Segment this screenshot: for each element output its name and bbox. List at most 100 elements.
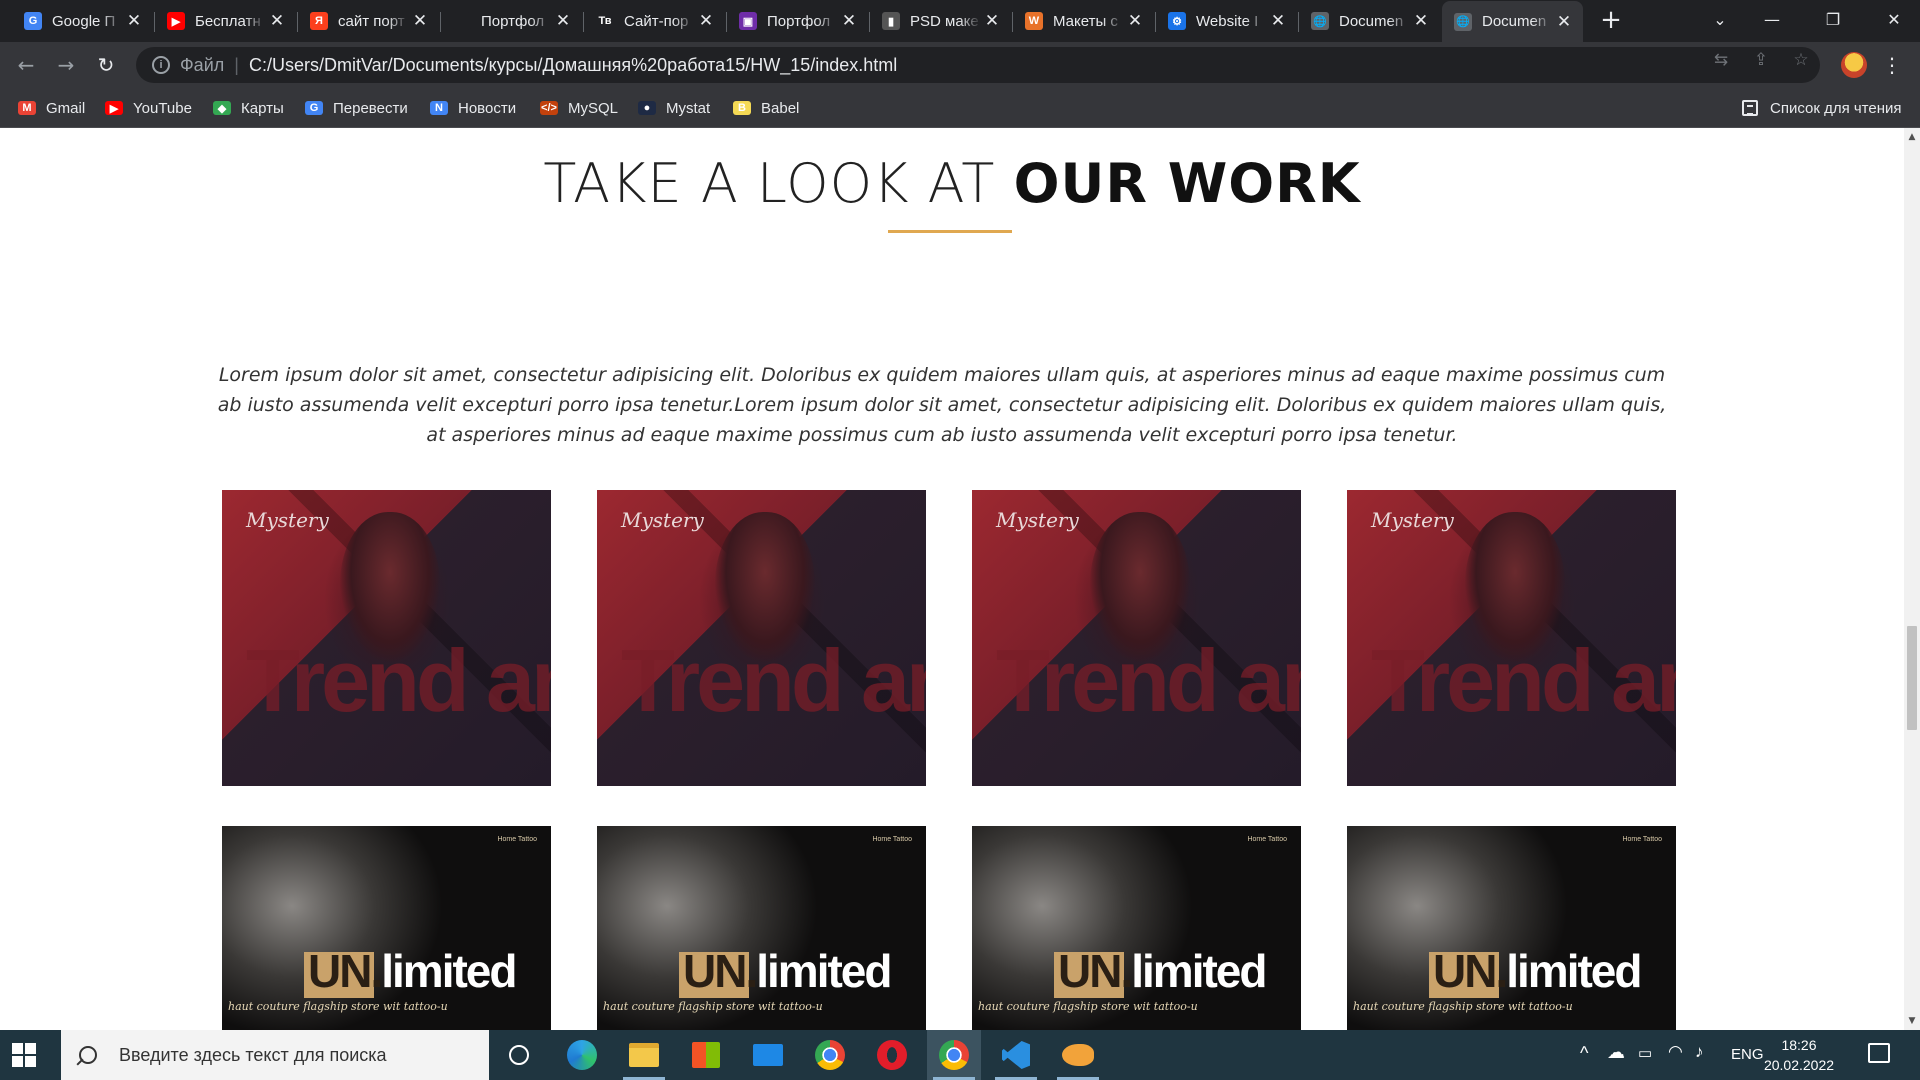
taskbar-app-fish[interactable] <box>1051 1030 1105 1080</box>
bookmark-label: Карты <box>241 99 284 117</box>
bookmark-mystat[interactable]: ● Mystat <box>638 97 710 119</box>
bookmark-babel[interactable]: B Babel <box>733 97 799 119</box>
tab-11[interactable]: 🌐 Documen ✕ <box>1442 1 1583 42</box>
card-brand: Mystery <box>1371 508 1454 532</box>
tab-title: Documen <box>1482 13 1547 30</box>
edge-icon <box>567 1040 597 1070</box>
tab-close-icon[interactable]: ✕ <box>695 11 717 31</box>
tab-9[interactable]: ⚙ Website I ✕ <box>1156 4 1297 38</box>
scrollbar-thumb[interactable] <box>1907 626 1917 730</box>
tab-close-icon[interactable]: ✕ <box>409 11 431 31</box>
mail-icon <box>753 1044 783 1066</box>
bookmark-star-icon[interactable]: ☆ <box>1791 50 1811 70</box>
taskbar-chrome-active[interactable] <box>927 1030 981 1080</box>
portfolio-item-mystery[interactable]: Trend an Mystery <box>1347 490 1676 786</box>
restore-icon[interactable]: ❐ <box>1813 6 1853 34</box>
taskbar-edge[interactable] <box>555 1030 609 1080</box>
forward-icon[interactable]: → <box>52 51 80 79</box>
tab-4[interactable]: Портфол ✕ <box>441 4 582 38</box>
tab-close-icon[interactable]: ✕ <box>981 11 1003 31</box>
tab-title: Documen <box>1339 12 1404 30</box>
task-view-button[interactable] <box>492 1030 546 1080</box>
clock-time: 18:26 <box>1781 1037 1817 1053</box>
language-indicator[interactable]: ENG <box>1731 1046 1764 1063</box>
windows-taskbar: Введите здесь текст для поиска ^ ☁ ▭ ◠ ♪… <box>0 1030 1920 1080</box>
store-icon <box>692 1042 720 1068</box>
profile-avatar[interactable] <box>1841 52 1867 78</box>
translate-icon[interactable]: ⇆ <box>1711 50 1731 70</box>
logo-limited: limited <box>381 945 517 997</box>
taskbar-store[interactable] <box>679 1030 733 1080</box>
taskbar-chrome[interactable] <box>803 1030 857 1080</box>
portfolio-item-mystery[interactable]: Trend an Mystery <box>972 490 1301 786</box>
back-icon[interactable]: ← <box>12 51 40 79</box>
tab-close-icon[interactable]: ✕ <box>1267 11 1289 31</box>
bookmark-gmail[interactable]: M Gmail <box>18 97 85 119</box>
card-headline: Trend an <box>996 631 1301 730</box>
notifications-icon[interactable] <box>1868 1043 1890 1063</box>
taskbar-search[interactable]: Введите здесь текст для поиска <box>61 1030 489 1080</box>
tab-close-icon[interactable]: ✕ <box>123 11 145 31</box>
tab-close-icon[interactable]: ✕ <box>552 11 574 31</box>
wifi-icon[interactable]: ◠ <box>1668 1042 1683 1062</box>
card-headline: Trend an <box>621 631 926 730</box>
reading-list-button[interactable]: Список для чтения <box>1742 97 1902 119</box>
portfolio-item-unlimited[interactable]: Home Tattoo UN.limited haut couture flagsh… <box>1347 826 1676 1030</box>
reading-list-label: Список для чтения <box>1770 99 1902 117</box>
tab-7[interactable]: ▮ PSD маке ✕ <box>870 4 1011 38</box>
tray-chevron-icon[interactable]: ^ <box>1580 1043 1588 1064</box>
tab-close-icon[interactable]: ✕ <box>1124 11 1146 31</box>
battery-icon[interactable]: ▭ <box>1638 1044 1652 1062</box>
taskbar-opera[interactable] <box>865 1030 919 1080</box>
scroll-up-icon[interactable]: ▲ <box>1904 130 1920 144</box>
onedrive-icon[interactable]: ☁ <box>1607 1042 1625 1063</box>
tab-close-icon[interactable]: ✕ <box>1410 11 1432 31</box>
portfolio-item-unlimited[interactable]: Home Tattoo UN.limited haut couture flagsh… <box>222 826 551 1030</box>
new-tab-icon[interactable]: + <box>1598 7 1624 34</box>
chrome-icon <box>939 1040 969 1070</box>
portfolio-item-mystery[interactable]: Trend an Mystery <box>222 490 551 786</box>
taskbar-explorer[interactable] <box>617 1030 671 1080</box>
windows-start-icon[interactable] <box>12 1043 36 1067</box>
address-bar[interactable]: i Файл | C:/Users/DmitVar/Documents/курс… <box>136 47 1820 83</box>
portfolio-item-unlimited[interactable]: Home Tattoo UN.limited haut couture flagsh… <box>597 826 926 1030</box>
more-menu-icon[interactable]: ⋮ <box>1882 51 1902 79</box>
share-icon[interactable]: ⇪ <box>1751 50 1771 70</box>
bookmark-новости[interactable]: N Новости <box>430 97 516 119</box>
taskbar-mail[interactable] <box>741 1030 795 1080</box>
bookmark-youtube[interactable]: ▶ YouTube <box>105 97 192 119</box>
taskbar-vscode[interactable] <box>989 1030 1043 1080</box>
tab-search-icon[interactable]: ⌄ <box>1700 6 1740 34</box>
tab-close-icon[interactable]: ✕ <box>1553 12 1575 32</box>
bookmark-перевести[interactable]: G Перевести <box>305 97 408 119</box>
tab-10[interactable]: 🌐 Documen ✕ <box>1299 4 1440 38</box>
blank-icon <box>453 12 471 30</box>
taskbar-clock[interactable]: 18:26 20.02.2022 <box>1762 1035 1836 1075</box>
tab-close-icon[interactable]: ✕ <box>838 11 860 31</box>
tab-title: Сайт-пор <box>624 12 689 30</box>
url-text[interactable]: C:/Users/DmitVar/Documents/курсы/Домашня… <box>249 55 897 76</box>
tab-6[interactable]: ▣ Портфол ✕ <box>727 4 868 38</box>
tab-5[interactable]: Тв Сайт-пор ✕ <box>584 4 725 38</box>
scroll-down-icon[interactable]: ▼ <box>1904 1014 1920 1028</box>
tab-3[interactable]: Ясайт порт ✕ <box>298 4 439 38</box>
volume-icon[interactable]: ♪ <box>1695 1042 1704 1062</box>
folder-icon <box>629 1043 659 1067</box>
tab-2[interactable]: ▶ Бесплатн ✕ <box>155 4 296 38</box>
globe-icon: 🌐 <box>1454 12 1472 31</box>
tab-8[interactable]: W Макеты с ✕ <box>1013 4 1154 38</box>
tab-1[interactable]: G Google П ✕ <box>12 4 153 38</box>
yandex-icon: Я <box>310 12 328 30</box>
bookmark-mysql[interactable]: </> MySQL <box>540 97 618 119</box>
reload-icon[interactable]: ↻ <box>92 51 120 79</box>
url-scheme: Файл <box>180 54 225 75</box>
bookmark-карты[interactable]: ◆ Карты <box>213 97 284 119</box>
portfolio-item-mystery[interactable]: Trend an Mystery <box>597 490 926 786</box>
close-window-icon[interactable]: ✕ <box>1874 6 1914 34</box>
page-scrollbar[interactable]: ▲ ▼ <box>1904 128 1920 1030</box>
minimize-icon[interactable]: — <box>1752 6 1792 34</box>
logo-un: UN. <box>308 945 383 997</box>
tab-close-icon[interactable]: ✕ <box>266 11 288 31</box>
portfolio-item-unlimited[interactable]: Home Tattoo UN.limited haut couture flagsh… <box>972 826 1301 1030</box>
site-info-icon[interactable]: i <box>152 56 170 74</box>
